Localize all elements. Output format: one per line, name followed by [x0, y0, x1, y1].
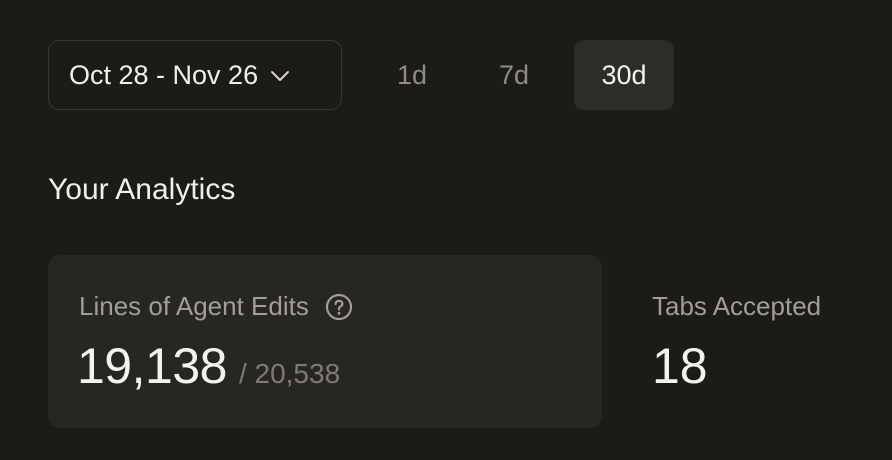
preset-7d-button[interactable]: 7d [477, 40, 551, 110]
preset-30d-button[interactable]: 30d [574, 40, 674, 110]
agent-edits-label-row: Lines of Agent Edits [79, 291, 353, 322]
date-range-toolbar: Oct 28 - Nov 26 1d 7d 30d [48, 40, 674, 110]
date-range-label: Oct 28 - Nov 26 [69, 59, 259, 90]
tabs-accepted-label: Tabs Accepted [652, 291, 822, 321]
date-range-dropdown[interactable]: Oct 28 - Nov 26 [48, 40, 342, 110]
agent-edits-card: Lines of Agent Edits 19,138 / 20,538 [48, 255, 602, 428]
agent-edits-label: Lines of Agent Edits [79, 291, 309, 321]
help-icon[interactable] [325, 293, 353, 321]
agent-edits-value-row: 19,138 / 20,538 [77, 337, 340, 395]
section-title: Your Analytics [48, 173, 236, 206]
agent-edits-total: / 20,538 [238, 358, 341, 389]
preset-1d-button[interactable]: 1d [375, 40, 449, 110]
agent-edits-value: 19,138 [77, 338, 227, 394]
tabs-accepted-value: 18 [652, 338, 708, 394]
chevron-down-icon [270, 70, 290, 82]
